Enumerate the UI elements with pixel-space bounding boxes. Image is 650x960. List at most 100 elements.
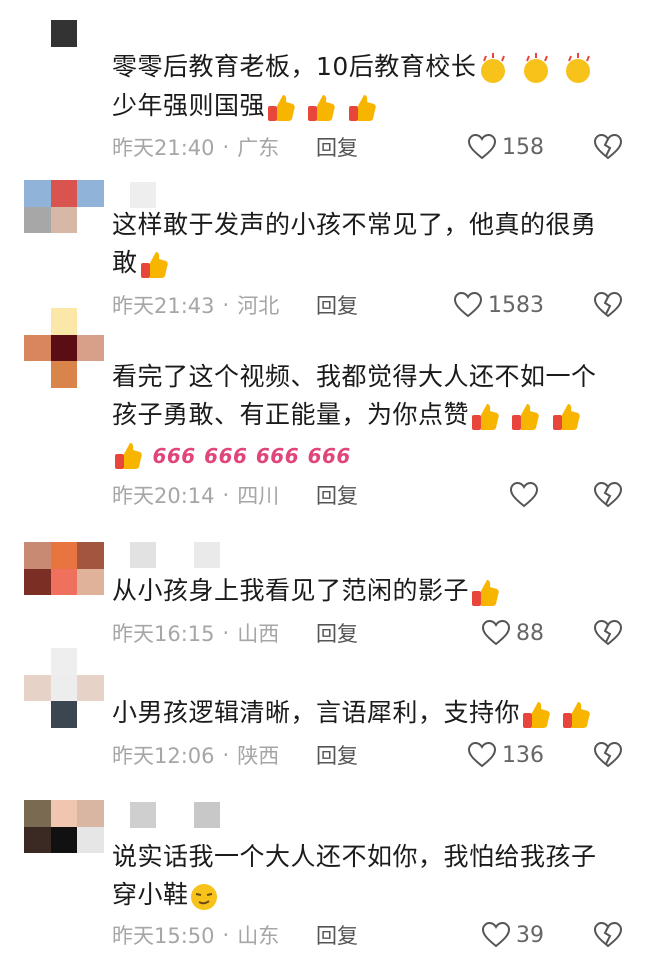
- reply-button[interactable]: 回复: [316, 132, 358, 162]
- smirk-emoji-row: [189, 877, 219, 915]
- thumbs-up-emoji-row: [138, 245, 170, 283]
- reply-button[interactable]: 回复: [316, 740, 358, 770]
- like-count: 158: [502, 134, 544, 160]
- clap-icon: [566, 53, 591, 83]
- heart-icon: [454, 292, 482, 318]
- comment-text: 小男孩逻辑清晰，言语犀利，支持你: [112, 694, 632, 733]
- meta-separator: ·: [222, 621, 230, 645]
- thumbs-up-icon: [472, 580, 499, 606]
- comment-text: 看完了这个视频、我都觉得大人还不如一个 孩子勇敢、有正能量，为你点赞 666 6…: [112, 358, 632, 475]
- thumbs-up-icon: [563, 702, 591, 728]
- like-button[interactable]: [510, 482, 544, 508]
- dislike-button[interactable]: [594, 292, 622, 318]
- clap-emoji-row: [476, 49, 595, 87]
- comment-meta: 昨天21:43 · 河北 回复 1583: [112, 290, 622, 320]
- emoji-row: 666 666 666 666: [112, 436, 351, 475]
- comment-line: 说实话我一个大人还不如你，我怕给我孩子: [112, 842, 597, 871]
- thumbs-up-icon: [115, 442, 142, 469]
- avatar[interactable]: [24, 800, 104, 880]
- broken-heart-icon: [594, 742, 622, 768]
- comment-location: 河北: [237, 294, 280, 318]
- clap-icon: [481, 53, 506, 83]
- thumbs-up-emoji-row: [469, 397, 582, 435]
- like-count: 136: [502, 742, 544, 768]
- comment-text: 说实话我一个大人还不如你，我怕给我孩子 穿小鞋: [112, 838, 632, 915]
- avatar[interactable]: [24, 20, 104, 100]
- username-redacted: [130, 802, 220, 828]
- comment-text: 从小孩身上我看见了范闲的影子: [112, 572, 632, 611]
- comment-time: 昨天15:50: [112, 924, 215, 948]
- comment-time: 昨天20:14: [112, 484, 215, 508]
- comment-location: 四川: [237, 484, 280, 508]
- like-count: 88: [516, 620, 544, 646]
- comment-line: 看完了这个视频、我都觉得大人还不如一个: [112, 362, 597, 391]
- thumbs-up-icon: [140, 252, 168, 278]
- comment-line: 从小孩身上我看见了范闲的影子: [112, 576, 470, 605]
- smirk-face-icon: [190, 884, 217, 910]
- comment-meta: 昨天20:14 · 四川 回复: [112, 480, 622, 510]
- avatar[interactable]: [24, 308, 104, 388]
- thumbs-up-icon: [268, 95, 295, 121]
- heart-icon: [468, 134, 496, 160]
- heart-icon: [468, 742, 496, 768]
- meta-separator: ·: [222, 923, 230, 947]
- like-button[interactable]: 158: [468, 134, 544, 160]
- reply-button[interactable]: 回复: [316, 290, 358, 320]
- thumbs-up-icon: [308, 95, 336, 121]
- dislike-button[interactable]: [594, 742, 622, 768]
- meta-separator: ·: [222, 293, 230, 317]
- comment-line: 敢: [112, 248, 138, 277]
- comment-text: 零零后教育老板，10后教育校长 少年强则国强: [112, 48, 632, 126]
- reply-button[interactable]: 回复: [316, 480, 358, 510]
- comment-location: 广东: [237, 136, 280, 160]
- comment-time: 昨天12:06: [112, 744, 215, 768]
- comment-location: 陕西: [237, 744, 280, 768]
- thumbs-up-icon: [552, 404, 580, 430]
- comment-time: 昨天21:43: [112, 294, 215, 318]
- like-button[interactable]: 39: [482, 922, 544, 948]
- broken-heart-icon: [594, 134, 622, 160]
- like-button[interactable]: 1583: [454, 292, 544, 318]
- thumbs-up-icon: [348, 95, 376, 121]
- six-emoji: 666: [255, 443, 300, 468]
- like-count: 1583: [488, 292, 544, 318]
- like-button[interactable]: 136: [468, 742, 544, 768]
- six-emoji: 666: [152, 443, 196, 468]
- username-redacted: [130, 542, 220, 568]
- dislike-button[interactable]: [594, 482, 622, 508]
- broken-heart-icon: [594, 620, 622, 646]
- like-button[interactable]: 88: [482, 620, 544, 646]
- broken-heart-icon: [594, 482, 622, 508]
- thumbs-up-icon: [523, 702, 550, 728]
- username-redacted: [130, 182, 156, 208]
- dislike-button[interactable]: [594, 134, 622, 160]
- six-emoji: 666: [307, 443, 351, 468]
- comment-line: 少年强则国强: [112, 91, 266, 120]
- dislike-button[interactable]: [594, 620, 622, 646]
- heart-icon: [482, 922, 510, 948]
- avatar[interactable]: [24, 180, 104, 260]
- heart-icon: [482, 620, 510, 646]
- heart-icon: [510, 482, 538, 508]
- meta-separator: ·: [222, 743, 230, 767]
- like-count: 39: [516, 922, 544, 948]
- thumbs-up-icon: [512, 404, 540, 430]
- comment-line: 零零后教育老板，10后教育校长: [112, 52, 477, 81]
- dislike-button[interactable]: [594, 922, 622, 948]
- comment-time: 昨天21:40: [112, 136, 215, 160]
- comment-location: 山东: [237, 924, 280, 948]
- comment-meta: 昨天15:50 · 山东 回复 39: [112, 920, 622, 950]
- thumbs-up-emoji-row: [265, 88, 378, 126]
- comment-text: 这样敢于发声的小孩不常见了，他真的很勇 敢: [112, 206, 632, 283]
- reply-button[interactable]: 回复: [316, 618, 358, 648]
- comment-location: 山西: [237, 622, 280, 646]
- avatar[interactable]: [24, 648, 104, 728]
- thumbs-up-icon: [472, 404, 499, 430]
- broken-heart-icon: [594, 922, 622, 948]
- six-emoji: 666: [204, 443, 248, 468]
- meta-separator: ·: [222, 135, 230, 159]
- broken-heart-icon: [594, 292, 622, 318]
- thumbs-up-emoji-row: [520, 695, 592, 733]
- reply-button[interactable]: 回复: [316, 920, 358, 950]
- avatar[interactable]: [24, 542, 104, 622]
